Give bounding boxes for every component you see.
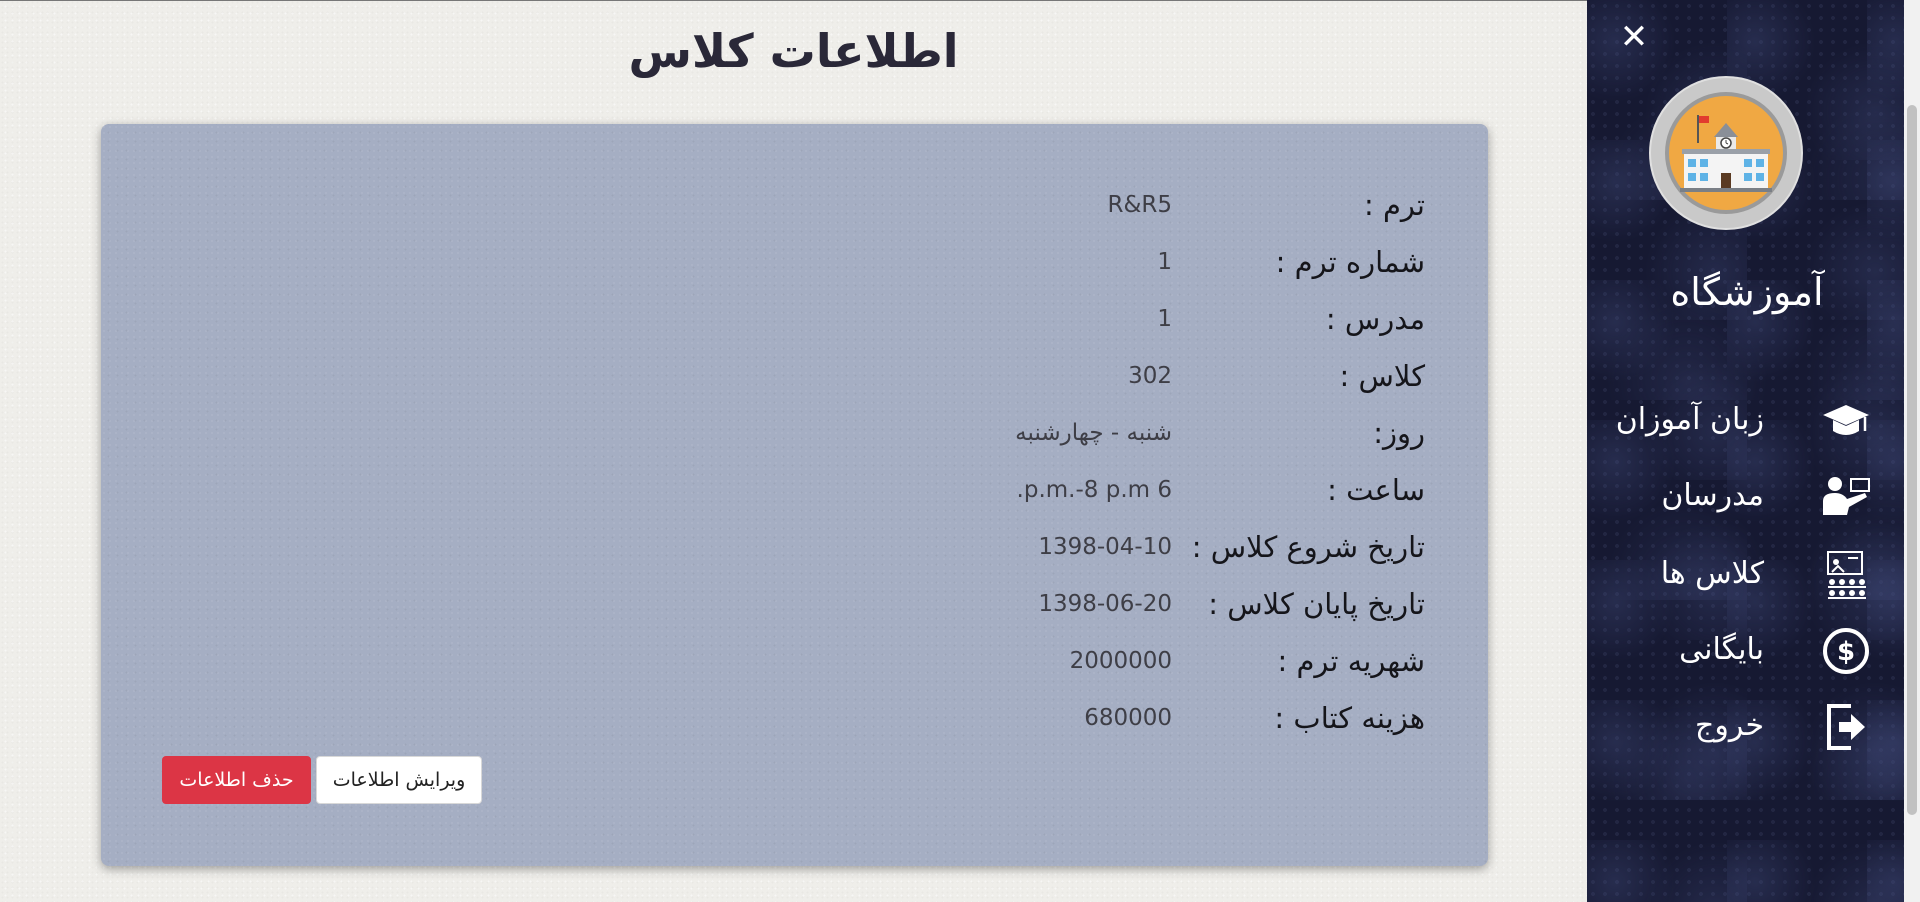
teacher-icon — [1821, 472, 1871, 522]
info-value: 302 — [1128, 363, 1172, 389]
info-value: 2000000 — [1069, 648, 1172, 674]
nav-item-teachers[interactable]: مدرسان — [1587, 466, 1887, 526]
info-value: 680000 — [1084, 705, 1172, 731]
info-value: شنبه - چهارشنبه — [1015, 420, 1172, 446]
info-label: شماره ترم : — [1275, 245, 1425, 279]
info-row-term-number: شماره ترم : 1 — [101, 245, 1488, 285]
info-value: 1 — [1157, 249, 1172, 275]
graduation-cap-icon — [1821, 396, 1871, 446]
nav-label: مدرسان — [1661, 478, 1764, 513]
nav-label: بایگانی — [1679, 632, 1764, 667]
nav-item-students[interactable]: زبان آموزان — [1587, 390, 1887, 450]
page-scrollbar[interactable] — [1904, 0, 1920, 902]
nav-label: زبان آموزان — [1615, 402, 1764, 437]
classroom-icon — [1821, 550, 1871, 600]
info-label: تاریخ شروع کلاس : — [1191, 530, 1425, 564]
info-label: مدرس : — [1325, 302, 1425, 336]
nav-item-classes[interactable]: کلاس ها — [1587, 544, 1887, 604]
info-value: 1 — [1157, 306, 1172, 332]
nav-item-archive[interactable]: بایگانی $ — [1587, 620, 1887, 680]
info-value: 1398-04-10 — [1038, 534, 1172, 560]
class-info-card: ترم : R&R5 شماره ترم : 1 مدرس : 1 کلاس :… — [101, 124, 1488, 866]
info-label: تاریخ پایان کلاس : — [1208, 587, 1425, 621]
school-logo — [1649, 76, 1803, 230]
info-row-tuition: شهریه ترم : 2000000 — [101, 644, 1488, 684]
info-label: ترم : — [1363, 188, 1425, 222]
info-row-days: روز: شنبه - چهارشنبه — [101, 416, 1488, 456]
info-value: 6 p.m.-8 p.m. — [1016, 477, 1172, 503]
nav-label: کلاس ها — [1660, 556, 1764, 591]
info-row-time: ساعت : 6 p.m.-8 p.m. — [101, 473, 1488, 513]
info-value: R&R5 — [1107, 192, 1172, 218]
edit-info-button[interactable]: ویرایش اطلاعات — [316, 756, 482, 804]
info-label: کلاس : — [1339, 359, 1426, 393]
page-title: اطلاعات کلاس — [628, 24, 959, 78]
info-label: هزینه کتاب : — [1274, 701, 1425, 735]
info-row-start-date: تاریخ شروع کلاس : 1398-04-10 — [101, 530, 1488, 570]
logout-icon — [1821, 702, 1871, 752]
school-building-icon — [1665, 92, 1787, 214]
scrollbar-thumb[interactable] — [1907, 105, 1917, 815]
dollar-icon: $ — [1821, 626, 1871, 676]
info-row-term: ترم : R&R5 — [101, 188, 1488, 228]
info-label: شهریه ترم : — [1277, 644, 1425, 678]
info-label: ساعت : — [1327, 473, 1425, 507]
brand-name: آموزشگاه — [1670, 270, 1824, 314]
info-row-end-date: تاریخ پایان کلاس : 1398-06-20 — [101, 587, 1488, 627]
sidebar: ✕ آموزشگاه زبان آموزان مدرسان کلاس ها با… — [1587, 0, 1904, 902]
nav-item-logout[interactable]: خروج — [1587, 696, 1887, 756]
delete-info-button[interactable]: حذف اطلاعات — [162, 756, 311, 804]
close-icon[interactable]: ✕ — [1619, 20, 1649, 54]
info-value: 1398-06-20 — [1038, 591, 1172, 617]
nav-label: خروج — [1695, 708, 1764, 743]
svg-text:$: $ — [1837, 637, 1855, 667]
info-row-teacher: مدرس : 1 — [101, 302, 1488, 342]
top-border — [0, 0, 1587, 1]
info-row-book-cost: هزینه کتاب : 680000 — [101, 701, 1488, 741]
info-label: روز: — [1373, 416, 1425, 450]
info-row-classroom: کلاس : 302 — [101, 359, 1488, 399]
